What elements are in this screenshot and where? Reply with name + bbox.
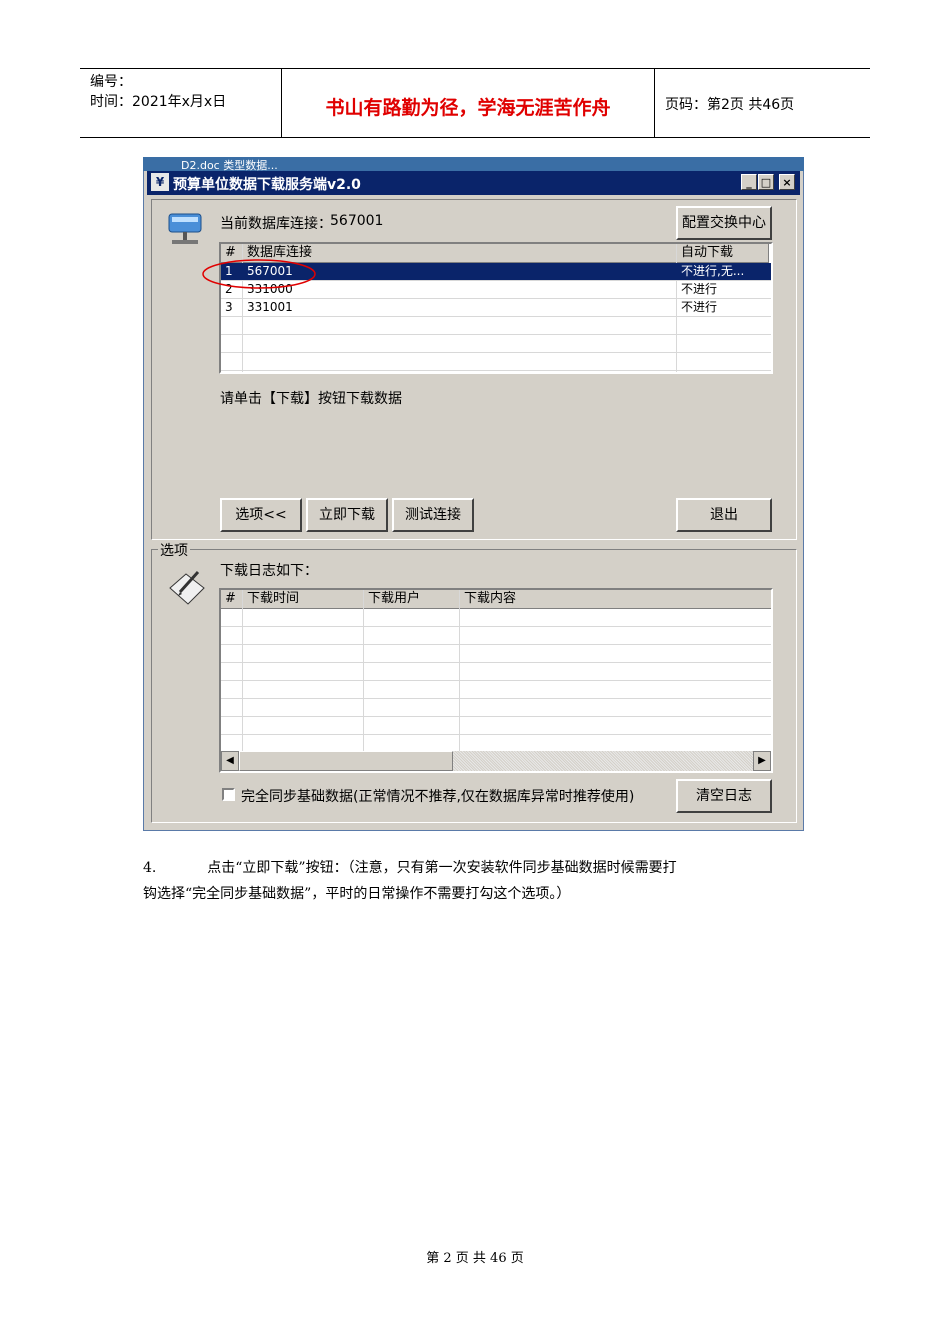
database-server-icon <box>168 213 202 244</box>
current-db-label: 当前数据库连接： <box>220 216 332 232</box>
cell-auto: 不进行 <box>681 282 718 296</box>
number-label: 编号： <box>90 74 132 90</box>
horizontal-scrollbar[interactable]: ◀ ▶ <box>221 751 771 771</box>
window-title: 预算单位数据下载服务端v2.0 <box>173 177 361 193</box>
full-sync-label: 完全同步基础数据(正常情况不推荐,仅在数据库异常时推荐使用) <box>241 789 635 805</box>
table-row[interactable]: 3 331001 不进行 <box>221 299 771 317</box>
cell-auto: 不进行,无... <box>681 264 745 278</box>
clear-log-button[interactable]: 清空日志 <box>676 779 772 813</box>
empty-row <box>221 627 771 645</box>
scroll-thumb[interactable] <box>239 751 453 771</box>
motto: 书山有路勤为径，学海无涯苦作舟 <box>325 97 611 119</box>
empty-row <box>221 681 771 699</box>
empty-row <box>221 353 771 371</box>
empty-row <box>221 335 771 353</box>
document-header: 编号： 时间：2021年x月x日 书山有路勤为径，学海无涯苦作舟 页码：第2页 … <box>80 68 870 138</box>
cell-index: 3 <box>225 300 233 314</box>
page-label: 页码：第2页 共46页 <box>665 97 795 113</box>
window-titlebar: ¥ 预算单位数据下载服务端v2.0 _ □ × <box>147 171 800 195</box>
col-header-download-content: 下载内容 <box>460 590 771 609</box>
desktop-strip: D2.doc 类型数据... <box>143 157 804 171</box>
download-log-label: 下载日志如下： <box>220 563 318 579</box>
empty-row <box>221 717 771 735</box>
maximize-button[interactable]: □ <box>758 174 774 190</box>
download-now-button[interactable]: 立即下载 <box>306 498 388 532</box>
test-connection-button[interactable]: 测试连接 <box>392 498 474 532</box>
config-exchange-center-button[interactable]: 配置交换中心 <box>676 206 772 240</box>
col-header-download-time: 下载时间 <box>243 590 364 609</box>
options-group-label: 选项 <box>158 540 190 560</box>
header-info-cell: 编号： 时间：2021年x月x日 <box>80 69 282 137</box>
page-footer: 第 2 页 共 46 页 <box>426 1251 524 1266</box>
step-text-line1: 点击“立即下载”按钮：（注意，只有第一次安装软件同步基础数据时候需要打 <box>207 860 677 876</box>
empty-row <box>221 317 771 335</box>
cell-auto: 不进行 <box>681 300 718 314</box>
col-header-download-user: 下载用户 <box>364 590 460 609</box>
step-text-line2: 钩选择“完全同步基础数据”，平时的日常操作不需要打勾这个选项。） <box>143 886 571 902</box>
app-icon: ¥ <box>151 173 169 191</box>
scroll-left-arrow-icon[interactable]: ◀ <box>221 751 239 771</box>
step-number: 4. <box>143 860 157 876</box>
empty-row <box>221 699 771 717</box>
annotation-circle <box>202 259 316 289</box>
empty-row <box>221 609 771 627</box>
exit-button[interactable]: 退出 <box>676 498 772 532</box>
cell-db: 331001 <box>247 300 293 314</box>
col-header-auto-download: 自动下载 <box>677 244 769 263</box>
full-sync-checkbox[interactable] <box>222 788 235 801</box>
edit-log-icon <box>169 570 205 605</box>
empty-row <box>221 645 771 663</box>
step-line-1: 4. 点击“立即下载”按钮：（注意，只有第一次安装软件同步基础数据时候需要打 <box>143 855 808 881</box>
minimize-button[interactable]: _ <box>741 174 757 190</box>
col-header-index: # <box>221 590 243 609</box>
desktop-text: D2.doc 类型数据... <box>181 159 278 171</box>
scroll-right-arrow-icon[interactable]: ▶ <box>753 751 771 771</box>
close-button[interactable]: × <box>779 174 795 190</box>
download-hint: 请单击【下载】按钮下载数据 <box>220 391 402 407</box>
download-log-table[interactable]: # 下载时间 下载用户 下载内容 ◀ ▶ <box>219 588 773 773</box>
options-button[interactable]: 选项<< <box>220 498 302 532</box>
time-label: 时间：2021年x月x日 <box>90 94 227 110</box>
empty-row <box>221 663 771 681</box>
header-motto-cell: 书山有路勤为径，学海无涯苦作舟 <box>282 69 655 137</box>
header-page-cell: 页码：第2页 共46页 <box>655 69 870 137</box>
current-db-value: 567001 <box>330 213 384 229</box>
